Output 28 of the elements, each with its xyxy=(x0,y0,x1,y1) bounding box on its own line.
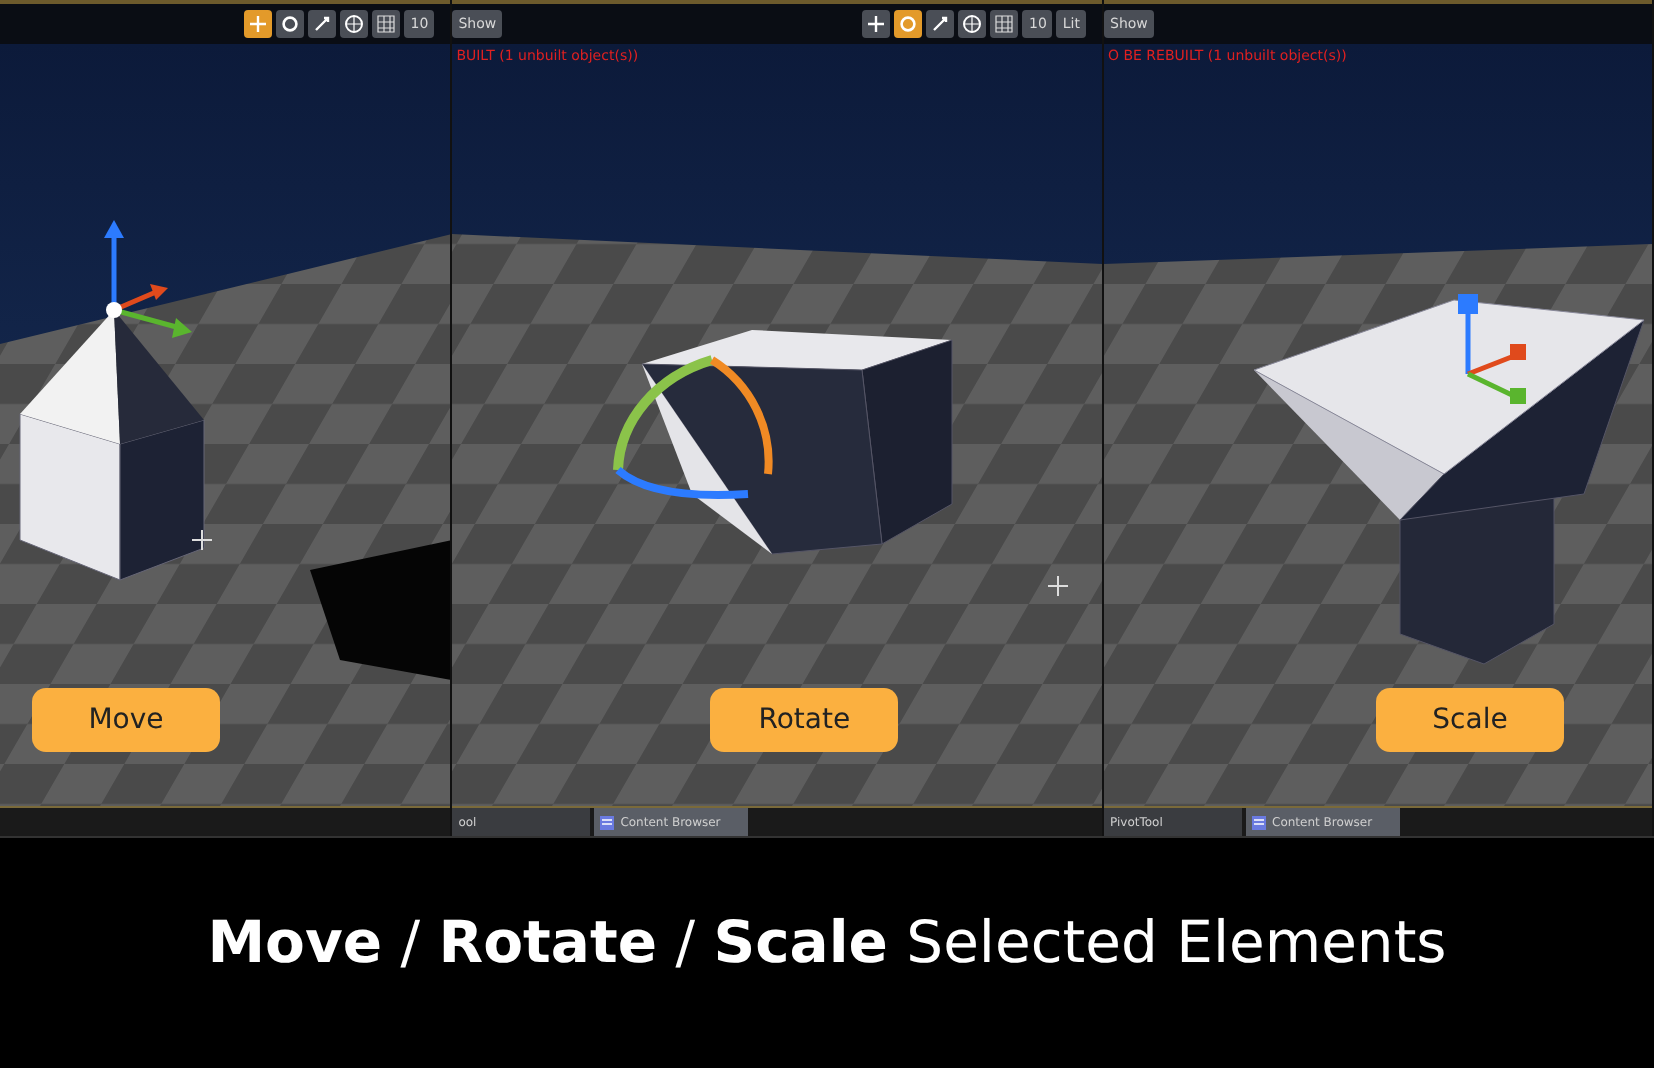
browser-icon xyxy=(1252,815,1266,829)
scale-icon xyxy=(312,14,333,34)
globe-button[interactable] xyxy=(958,10,987,38)
crosshair-icon xyxy=(191,529,213,551)
action-button[interactable]: Rotate xyxy=(710,688,899,752)
rotate-icon xyxy=(280,14,301,34)
grid-icon xyxy=(376,14,397,34)
move-icon xyxy=(866,14,887,34)
grid-icon xyxy=(994,14,1015,34)
transform-tool-button[interactable] xyxy=(926,10,955,38)
transform-tool-button[interactable] xyxy=(244,10,273,38)
globe-icon xyxy=(344,14,365,34)
transform-tool-button[interactable] xyxy=(894,10,923,38)
globe-button[interactable] xyxy=(340,10,369,38)
transform-tool-button[interactable] xyxy=(862,10,891,38)
transform-tool-button[interactable] xyxy=(308,10,337,38)
globe-icon xyxy=(962,14,983,34)
grid-button[interactable] xyxy=(990,10,1019,38)
rotate-icon xyxy=(898,14,919,34)
scale-icon xyxy=(930,14,951,34)
action-button[interactable]: Move xyxy=(32,688,220,752)
browser-icon xyxy=(600,815,615,829)
transform-tool-button[interactable] xyxy=(276,10,305,38)
action-button[interactable]: Scale xyxy=(1376,688,1564,752)
crosshair-icon xyxy=(1047,575,1070,597)
grid-button[interactable] xyxy=(372,10,401,38)
caption: Move / Rotate / Scale Selected Elements xyxy=(207,907,1447,975)
move-icon xyxy=(248,14,269,34)
